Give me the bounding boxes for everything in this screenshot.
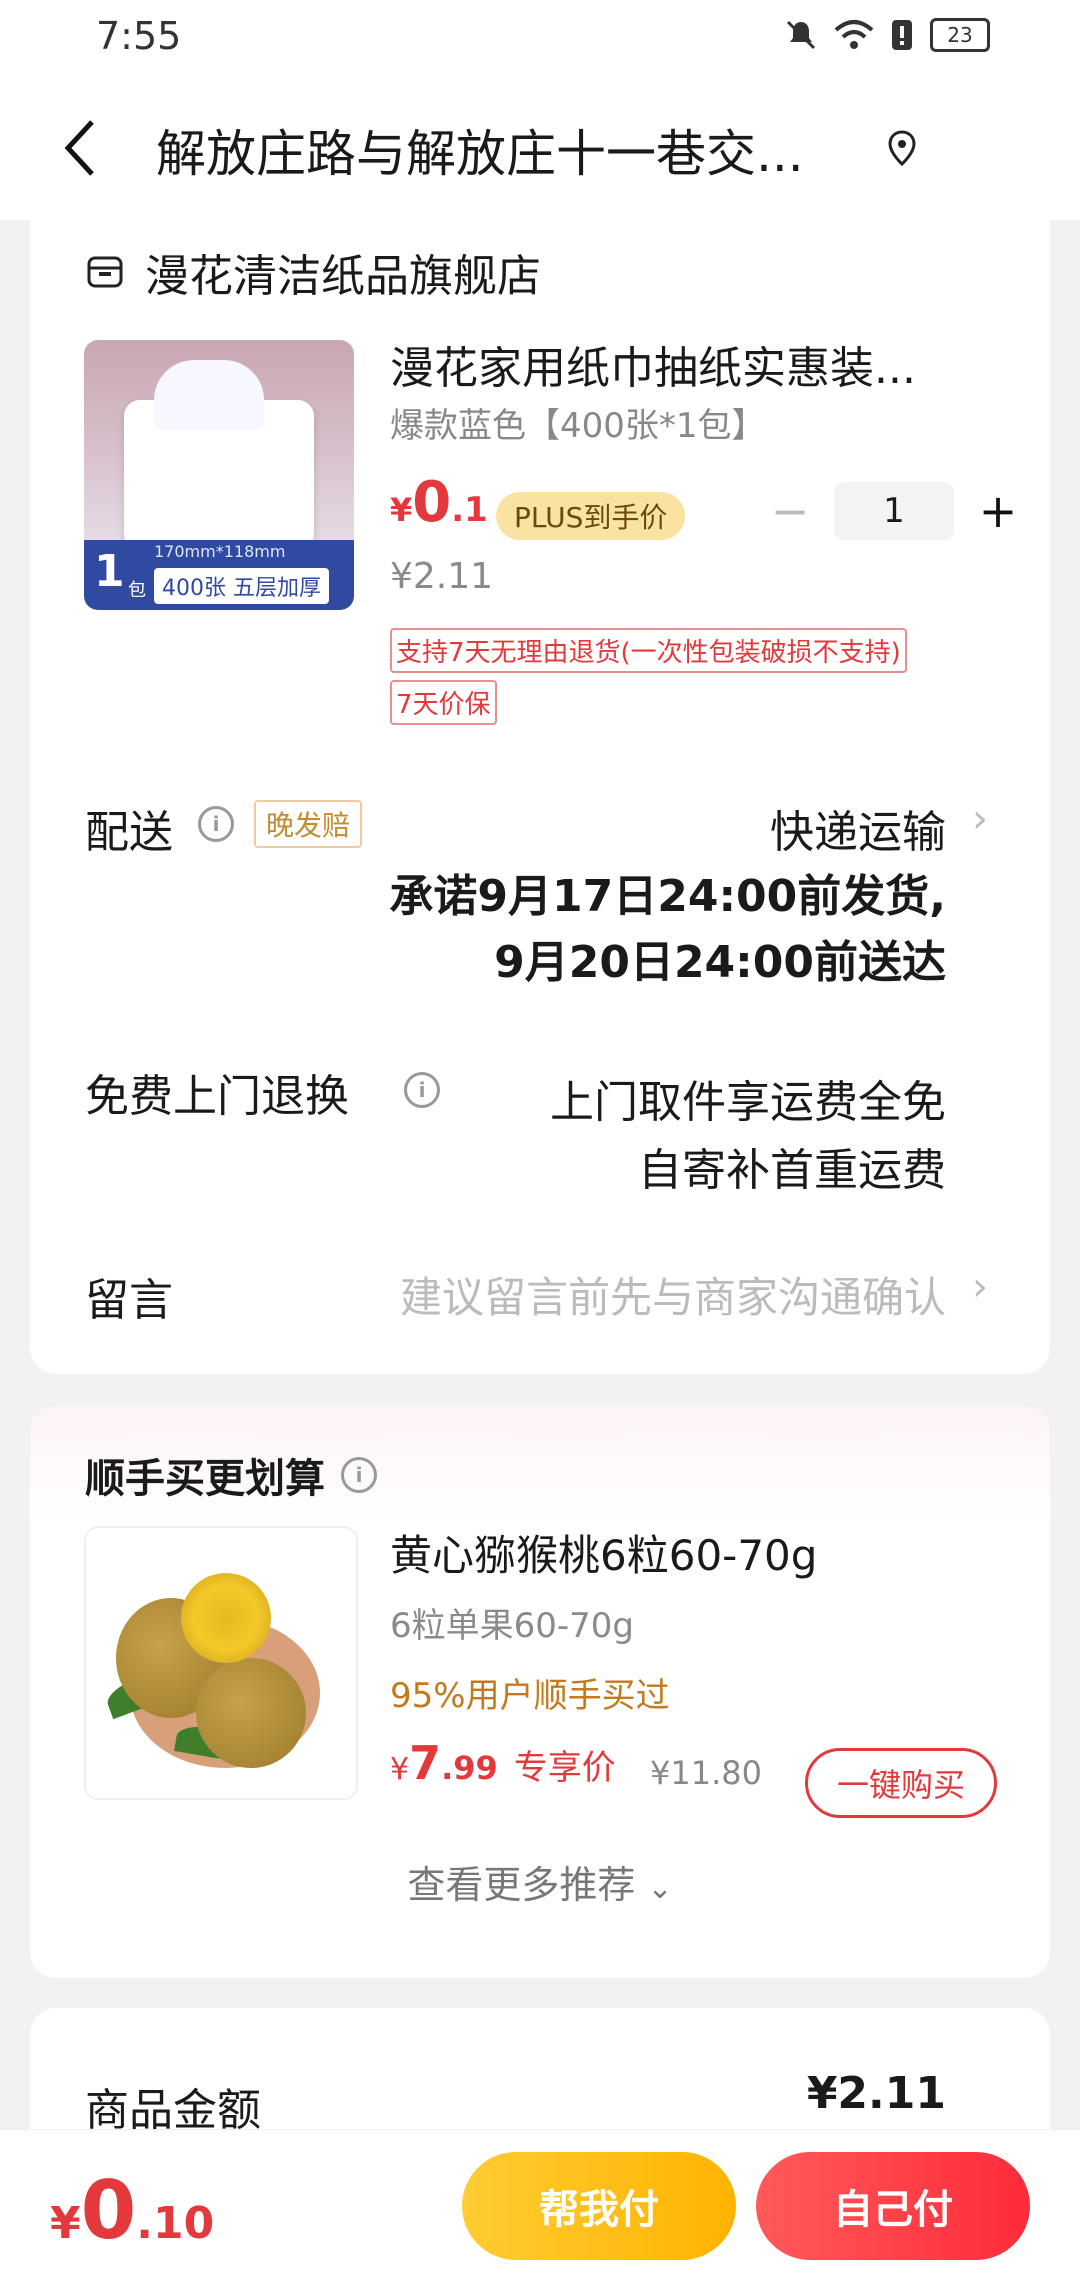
message-label: 留言 (85, 1275, 173, 1326)
upsell-item-spec: 6粒单果60-70g (390, 1606, 635, 1646)
kiwi-product-image[interactable] (84, 1526, 358, 1800)
arrive-promise: 9月20日24:00前送达 (494, 937, 946, 988)
mute-icon (786, 20, 816, 50)
image-size-text: 170mm*118mm (154, 542, 286, 561)
price-integer: 0 (412, 470, 452, 535)
upsell-price-integer: 7 (409, 1736, 442, 1790)
product-price: ¥0.1 (390, 470, 488, 535)
help-me-pay-button[interactable]: 帮我付 (462, 2152, 736, 2260)
total-price: ¥0.10 (50, 2164, 214, 2257)
product-spec[interactable]: 爆款蓝色【400张*1包】 (390, 398, 766, 447)
store-icon (87, 256, 123, 288)
delivery-address[interactable]: 解放庄路与解放庄十一巷交... (156, 114, 804, 186)
status-icons: 23 (784, 18, 990, 52)
plus-price-tag: PLUS到手价 (496, 492, 686, 540)
battery-icon: 23 (930, 18, 990, 52)
quantity-stepper: − 1 + (760, 482, 1028, 540)
image-desc-text: 400张 五层加厚 (154, 568, 329, 604)
delivery-label-text: 配送 (85, 807, 173, 858)
back-chevron-icon[interactable] (58, 116, 106, 180)
goods-amount-value: ¥2.11 (806, 2068, 946, 2119)
quantity-field[interactable]: 1 (834, 482, 954, 540)
upsell-price: ¥7.99 专享价 (390, 1736, 616, 1790)
price-protect-tag: 7天价保 (390, 680, 497, 725)
decrease-button[interactable]: − (760, 484, 820, 538)
upsell-header: 顺手买更划算 i (85, 1446, 377, 1504)
tissue-sheet-graphic (154, 360, 264, 430)
total-integer: 0 (80, 2164, 137, 2257)
total-decimal: .10 (136, 2198, 215, 2249)
kiwi-cut-graphic (181, 1573, 271, 1663)
return-policy-tag: 支持7天无理由退货(一次性包装破损不支持) (390, 628, 907, 673)
store-row[interactable]: 漫花清洁纸品旗舰店 (85, 240, 541, 304)
return-service-line2: 自寄补首重运费 (638, 1145, 946, 1196)
delivery-label: 配送 (85, 796, 173, 860)
upsell-price-label: 专享价 (513, 1748, 616, 1788)
product-image-banner: 1 包 170mm*118mm 400张 五层加厚 (84, 540, 354, 610)
delivery-info-icon[interactable]: i (198, 806, 234, 842)
message-chevron-icon[interactable]: › (972, 1264, 988, 1310)
upsell-item-title[interactable]: 黄心猕猴桃6粒60-70g (390, 1522, 817, 1583)
checkout-bar: ¥0.10 帮我付 自己付 (0, 2129, 1080, 2280)
message-input[interactable]: 建议留言前先与商家沟通确认 (400, 1264, 946, 1325)
sim-alert-icon (892, 20, 912, 50)
location-pin-icon[interactable] (884, 128, 920, 168)
upsell-original-price: ¥11.80 (650, 1754, 762, 1792)
image-pack-unit: 包 (128, 580, 146, 601)
more-recommendations-link[interactable]: 查看更多推荐 ⌄ (30, 1854, 1050, 1909)
status-time: 7:55 (96, 14, 182, 58)
delivery-method[interactable]: 快递运输 (770, 796, 946, 860)
image-pack-count: 1 (94, 546, 125, 597)
upsell-card: 顺手买更划算 i 黄心猕猴桃6粒60-70g 6粒单果60-70g 95%用户顺… (30, 1406, 1050, 1978)
price-decimal: .1 (451, 490, 488, 530)
upsell-title: 顺手买更划算 (85, 1456, 325, 1502)
chevron-down-icon: ⌄ (647, 1871, 673, 1906)
upsell-bought-text: 95%用户顺手买过 (390, 1676, 670, 1716)
increase-button[interactable]: + (968, 484, 1028, 538)
delivery-chevron-icon[interactable]: › (972, 796, 988, 842)
wifi-icon (834, 20, 874, 49)
status-bar: 7:55 23 (0, 0, 1080, 80)
order-card: 漫花清洁纸品旗舰店 1 包 170mm*118mm 400张 五层加厚 漫花家用… (30, 220, 1050, 1374)
original-price: ¥2.11 (390, 556, 494, 597)
page-header: 解放庄路与解放庄十一巷交... (0, 80, 1080, 220)
upsell-info-icon[interactable]: i (341, 1457, 377, 1493)
kiwi-graphic (196, 1658, 306, 1768)
one-click-buy-button[interactable]: 一键购买 (805, 1748, 997, 1818)
product-image[interactable]: 1 包 170mm*118mm 400张 五层加厚 (84, 340, 354, 610)
price-currency: ¥ (390, 491, 413, 529)
pay-myself-button[interactable]: 自己付 (756, 2152, 1030, 2260)
upsell-price-decimal: .99 (441, 1749, 498, 1787)
store-name: 漫花清洁纸品旗舰店 (145, 251, 541, 302)
total-currency: ¥ (50, 2198, 81, 2249)
return-service-label: 免费上门退换 (85, 1071, 349, 1122)
late-compensation-tag: 晚发赔 (254, 800, 363, 848)
ship-promise: 承诺9月17日24:00前发货, (389, 871, 946, 922)
return-info-icon[interactable]: i (404, 1072, 440, 1108)
product-title[interactable]: 漫花家用纸巾抽纸实惠装... (390, 332, 1010, 396)
more-recommendations-text: 查看更多推荐 (407, 1863, 636, 1907)
upsell-price-currency: ¥ (390, 1752, 410, 1787)
return-service-line1: 上门取件享运费全免 (550, 1077, 946, 1128)
